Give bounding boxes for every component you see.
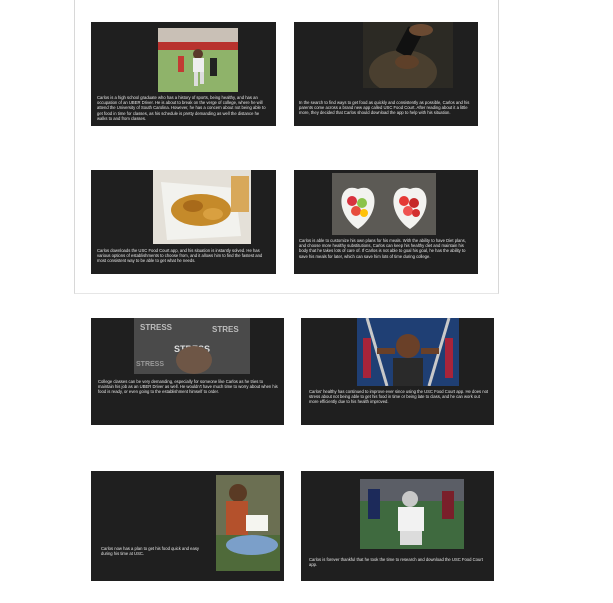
football-kneeling-photo <box>360 479 464 549</box>
svg-text:STRES: STRES <box>212 325 239 334</box>
phone-in-hand-photo <box>363 22 453 88</box>
slide-4: Carlos is able to customize his own plan… <box>294 170 478 274</box>
slide-2-caption: In the search to find ways to get food a… <box>299 100 470 116</box>
slide-3: Carlos downloads the USC Food Court app,… <box>91 170 276 274</box>
slide-7-caption: Carlos now has a plan to get his food qu… <box>101 546 200 557</box>
slide-6: Carlos' healthy has continued to improve… <box>301 318 494 425</box>
football-player-photo <box>158 28 238 92</box>
slide-2: In the search to find ways to get food a… <box>294 22 478 126</box>
slide-1-caption: Carlos is a high school graduate who has… <box>97 95 266 121</box>
takeout-food-photo <box>153 170 251 244</box>
gym-workout-photo <box>357 318 459 386</box>
slide-7: Carlos now has a plan to get his food qu… <box>91 471 284 581</box>
slide-5: STRESS STRES STRESS STRESS College class… <box>91 318 284 425</box>
stress-photo: STRESS STRES STRESS STRESS <box>134 318 250 374</box>
slide-4-caption: Carlos is able to customize his own plan… <box>299 238 466 259</box>
student-reading-photo <box>216 475 280 571</box>
fruit-bowls-photo <box>332 173 436 235</box>
slide-8: Carlos is forever thankful that he took … <box>301 471 494 581</box>
slide-6-caption: Carlos' healthy has continued to improve… <box>309 389 489 405</box>
svg-text:STRESS: STRESS <box>136 361 164 368</box>
slide-3-caption: Carlos downloads the USC Food Court app,… <box>97 248 263 264</box>
svg-text:STRESS: STRESS <box>140 323 173 332</box>
slide-8-caption: Carlos is forever thankful that he took … <box>309 557 483 568</box>
slide-5-caption: College classes can be very demanding, e… <box>98 379 278 395</box>
slide-1: Carlos is a high school graduate who has… <box>91 22 276 126</box>
